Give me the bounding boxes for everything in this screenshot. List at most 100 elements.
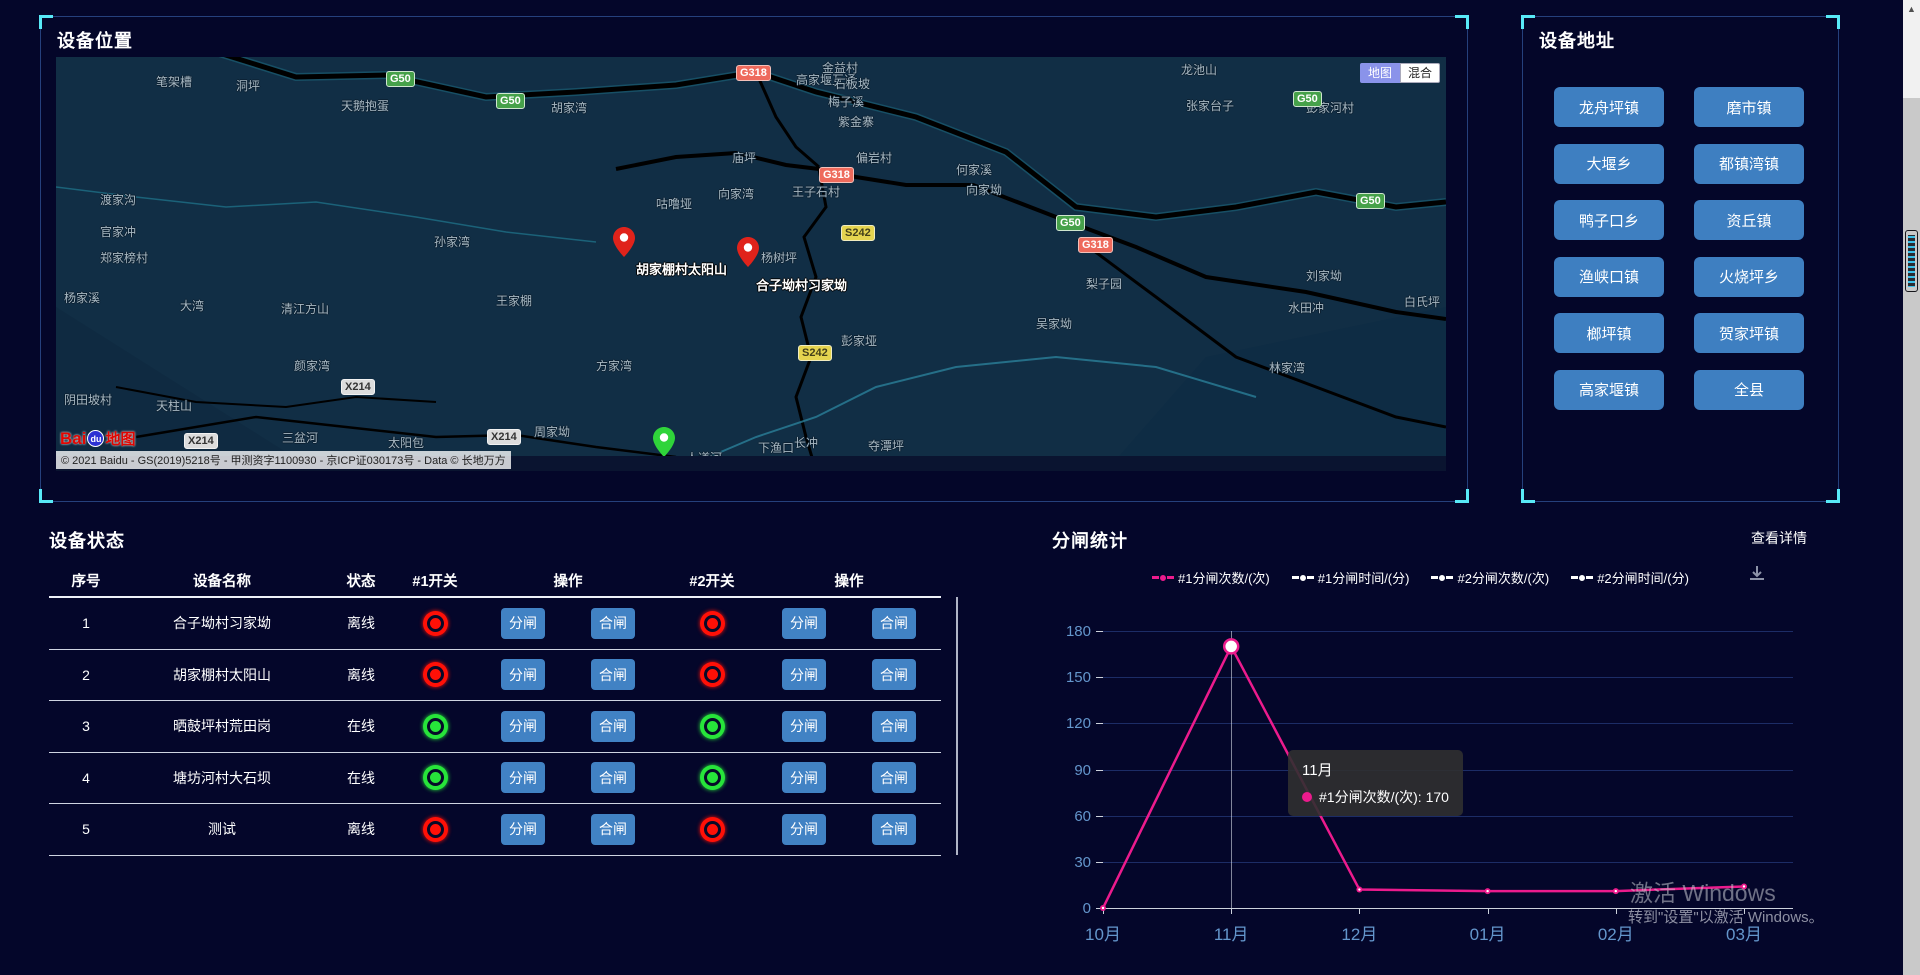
close-switch2-button[interactable]: 合闸 [872,762,916,793]
map-marker-pin[interactable] [613,227,635,257]
chart-gridline [1103,631,1793,632]
download-icon[interactable] [1748,564,1766,587]
y-axis-tick [1096,862,1103,863]
address-button-6[interactable]: 资丘镇 [1694,200,1804,240]
open-switch1-button[interactable]: 分闸 [501,762,545,793]
corner-decoration [1521,15,1535,29]
y-axis-label: 150 [1057,669,1091,686]
page-scrollbar[interactable]: ▲ [1903,0,1920,975]
scrollbar-up-arrow-icon[interactable]: ▲ [1903,4,1920,14]
map-marker-pin[interactable] [653,427,675,457]
x-axis-label: 10月 [1068,920,1138,945]
map-place-label: 渡家沟 [100,191,136,208]
close-switch1-button[interactable]: 合闸 [591,711,635,742]
table-row: 1合子坳村习家坳离线分闸合闸分闸合闸 [49,598,941,650]
legend-item-1[interactable]: #1分闸次数/(次) [1152,568,1270,587]
open-switch1-button[interactable]: 分闸 [501,814,545,845]
switch1-indicator [423,714,448,739]
x-axis-tick [1616,908,1617,914]
view-details-link[interactable]: 查看详情 [1751,528,1807,548]
road-shield-x214: X214 [341,379,375,395]
open-switch2-button[interactable]: 分闸 [782,711,826,742]
close-switch2-button[interactable]: 合闸 [872,814,916,845]
op2-cell: 分闸 合闸 [757,608,941,639]
open-switch1-button[interactable]: 分闸 [501,608,545,639]
open-switch2-button[interactable]: 分闸 [782,659,826,690]
switch2-cell [667,611,757,636]
close-switch1-button[interactable]: 合闸 [591,608,635,639]
y-axis-label: 30 [1057,854,1091,871]
map-place-label: 颜家湾 [294,357,330,374]
y-axis-tick [1096,908,1103,909]
device-name: 测试 [123,819,321,839]
open-switch2-button[interactable]: 分闸 [782,814,826,845]
switch1-cell [401,765,469,790]
baidu-map[interactable]: 笔架槽洞坪天鹅抱蛋胡家湾高家堰互通梅子溪紫金寨张家台子彭家河村龙池山金益村石板坡… [56,57,1446,471]
address-button-12[interactable]: 全县 [1694,370,1804,410]
baidu-logo-suffix: 地图 [105,428,135,449]
corner-decoration [1455,489,1469,503]
close-switch2-button[interactable]: 合闸 [872,608,916,639]
address-button-2[interactable]: 磨市镇 [1694,87,1804,127]
y-axis-tick [1096,816,1103,817]
address-button-10[interactable]: 贺家坪镇 [1694,313,1804,353]
device-status-table: 序号 设备名称 状态 #1开关 操作 #2开关 操作 1合子坳村习家坳离线分闸合… [49,565,941,856]
close-switch1-button[interactable]: 合闸 [591,659,635,690]
map-marker-label: 合子坳村习家坳 [756,275,847,294]
map-type-button-hybrid[interactable]: 混合 [1400,63,1440,83]
map-place-label: 周家坳 [534,423,570,440]
close-switch2-button[interactable]: 合闸 [872,659,916,690]
address-button-9[interactable]: 榔坪镇 [1554,313,1664,353]
switch1-indicator [423,765,448,790]
close-switch1-button[interactable]: 合闸 [591,762,635,793]
table-row: 2胡家棚村太阳山离线分闸合闸分闸合闸 [49,650,941,702]
legend-item-4[interactable]: #2分闸时间/(分) [1571,568,1689,587]
open-switch1-button[interactable]: 分闸 [501,711,545,742]
tooltip-category: 11月 [1302,759,1449,780]
address-button-5[interactable]: 鸭子口乡 [1554,200,1664,240]
map-type-button-map[interactable]: 地图 [1360,63,1400,83]
address-button-4[interactable]: 都镇湾镇 [1694,144,1804,184]
device-name: 晒鼓坪村荒田岗 [123,716,321,736]
x-axis-label: 01月 [1453,920,1523,945]
road-shield-g50: G50 [386,71,415,87]
scrollbar-track [1903,0,1920,98]
map-annotations-layer: 笔架槽洞坪天鹅抱蛋胡家湾高家堰互通梅子溪紫金寨张家台子彭家河村龙池山金益村石板坡… [56,57,1446,471]
col-header-name: 设备名称 [123,570,321,591]
map-marker-pin[interactable] [737,237,759,267]
y-axis-tick [1096,723,1103,724]
table-scrollbar[interactable] [956,597,958,855]
road-shield-g50: G50 [1056,215,1085,231]
windows-activation-watermark: 激活 Windows [1630,874,1776,908]
switch2-indicator [700,817,725,842]
switch2-cell [667,714,757,739]
address-button-1[interactable]: 龙舟坪镇 [1554,87,1664,127]
map-place-label: 笔架槽 [156,73,192,90]
close-switch1-button[interactable]: 合闸 [591,814,635,845]
map-place-label: 刘家坳 [1306,267,1342,284]
x-axis-tick [1488,908,1489,914]
map-type-control: 地图 混合 [1360,63,1440,83]
status-text: 离线 [321,613,401,633]
address-button-7[interactable]: 渔峡口镇 [1554,257,1664,297]
road-shield-g318: G318 [736,65,771,81]
legend-item-2[interactable]: #1分闸时间/(分) [1292,568,1410,587]
open-switch1-button[interactable]: 分闸 [501,659,545,690]
switch2-indicator [700,662,725,687]
close-switch2-button[interactable]: 合闸 [872,711,916,742]
y-axis-tick [1096,631,1103,632]
legend-item-3[interactable]: #2分闸次数/(次) [1431,568,1549,587]
address-button-3[interactable]: 大堰乡 [1554,144,1664,184]
legend-label: #2分闸时间/(分) [1597,568,1689,587]
open-switch2-button[interactable]: 分闸 [782,608,826,639]
scrollbar-thumb[interactable] [1905,230,1918,292]
open-switch2-button[interactable]: 分闸 [782,762,826,793]
baidu-logo-text: Bai [60,429,86,449]
col-header-switch2: #2开关 [667,570,757,591]
map-place-label: 长冲 [794,434,818,451]
y-axis-label: 60 [1057,808,1091,825]
address-button-11[interactable]: 高家堰镇 [1554,370,1664,410]
axis-pointer-line [1231,631,1232,908]
map-place-label: 白氏坪 [1404,293,1440,310]
address-button-8[interactable]: 火烧坪乡 [1694,257,1804,297]
